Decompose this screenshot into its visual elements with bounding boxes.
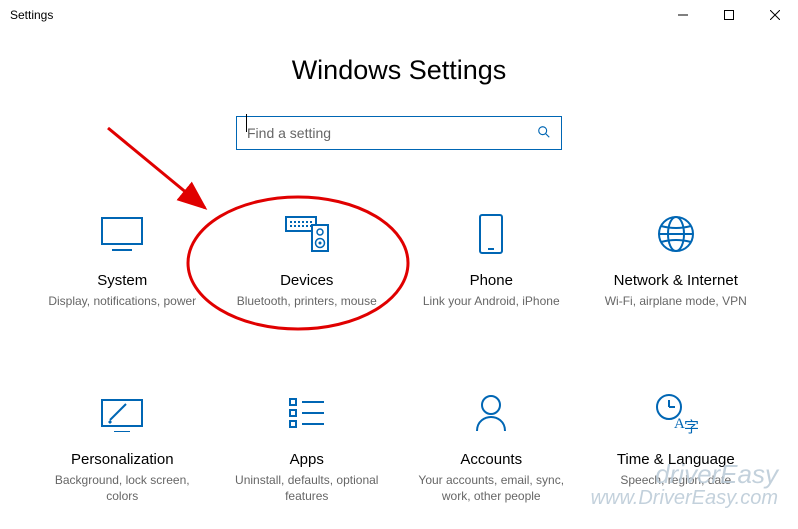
- tile-title: Phone: [470, 272, 513, 289]
- watermark-line2: www.DriverEasy.com: [591, 488, 778, 509]
- close-button[interactable]: [752, 0, 798, 30]
- time-language-icon: A 字: [652, 389, 700, 437]
- tile-desc: Display, notifications, power: [48, 293, 196, 309]
- tile-title: Personalization: [71, 451, 174, 468]
- tile-desc: Bluetooth, printers, mouse: [237, 293, 377, 309]
- tile-title: Network & Internet: [614, 272, 738, 289]
- personalization-icon: [98, 389, 146, 437]
- page-title: Windows Settings: [0, 55, 798, 86]
- tile-system[interactable]: System Display, notifications, power: [30, 210, 215, 309]
- tile-title: Apps: [290, 451, 324, 468]
- tile-devices[interactable]: Devices Bluetooth, printers, mouse: [215, 210, 400, 309]
- minimize-button[interactable]: [660, 0, 706, 30]
- minimize-icon: [678, 10, 688, 20]
- window-title: Settings: [10, 8, 53, 22]
- watermark: driverEasy www.DriverEasy.com: [591, 461, 778, 509]
- window-controls: [660, 0, 798, 30]
- tile-desc: Background, lock screen, colors: [42, 472, 202, 504]
- tile-desc: Wi-Fi, airplane mode, VPN: [605, 293, 747, 309]
- close-icon: [770, 10, 780, 20]
- tile-phone[interactable]: Phone Link your Android, iPhone: [399, 210, 584, 309]
- system-icon: [98, 210, 146, 258]
- tile-desc: Uninstall, defaults, optional features: [227, 472, 387, 504]
- search-box[interactable]: [236, 116, 562, 150]
- text-caret: [246, 114, 247, 132]
- tile-apps[interactable]: Apps Uninstall, defaults, optional featu…: [215, 389, 400, 504]
- tile-title: Devices: [280, 272, 333, 289]
- phone-icon: [467, 210, 515, 258]
- titlebar: Settings: [0, 0, 798, 30]
- maximize-icon: [724, 10, 734, 20]
- tile-accounts[interactable]: Accounts Your accounts, email, sync, wor…: [399, 389, 584, 504]
- devices-icon: [283, 210, 331, 258]
- tile-network[interactable]: Network & Internet Wi-Fi, airplane mode,…: [584, 210, 769, 309]
- tile-personalization[interactable]: Personalization Background, lock screen,…: [30, 389, 215, 504]
- svg-text:字: 字: [684, 419, 698, 434]
- tile-title: Accounts: [460, 451, 522, 468]
- tile-desc: Link your Android, iPhone: [423, 293, 560, 309]
- search-wrap: [0, 116, 798, 150]
- globe-icon: [652, 210, 700, 258]
- watermark-line1: driverEasy: [591, 461, 778, 488]
- tile-title: System: [97, 272, 147, 289]
- tile-desc: Your accounts, email, sync, work, other …: [411, 472, 571, 504]
- search-icon: [537, 125, 551, 142]
- apps-icon: [283, 389, 331, 437]
- accounts-icon: [467, 389, 515, 437]
- search-input[interactable]: [247, 125, 537, 141]
- maximize-button[interactable]: [706, 0, 752, 30]
